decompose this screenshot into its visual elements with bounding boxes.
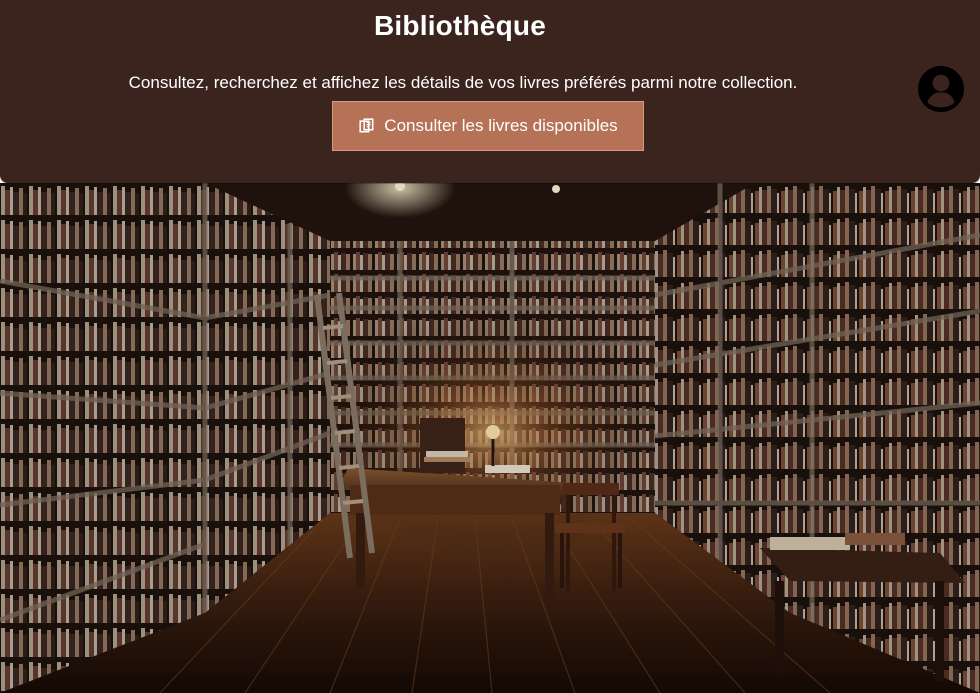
- header: Bibliothèque Consultez, recherchez et af…: [0, 0, 980, 183]
- page-subtitle: Consultez, recherchez et affichez les dé…: [128, 73, 798, 92]
- page-title: Bibliothèque: [374, 10, 546, 41]
- books-icon: [358, 117, 376, 135]
- user-profile-icon[interactable]: [918, 66, 964, 112]
- library-hero-image: [0, 158, 980, 693]
- consult-books-button[interactable]: Consulter les livres disponibles: [332, 101, 644, 151]
- consult-books-label: Consulter les livres disponibles: [384, 116, 618, 135]
- page: Bibliothèque Consultez, recherchez et af…: [0, 0, 980, 693]
